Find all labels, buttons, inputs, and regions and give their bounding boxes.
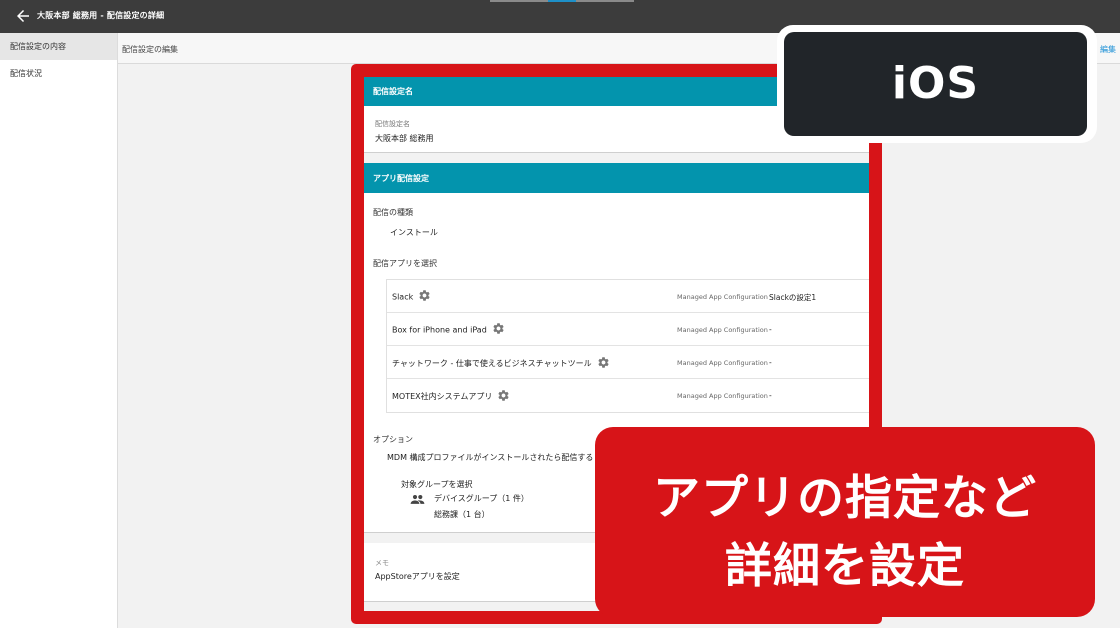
option-label: オプション [373,435,413,444]
managed-config-label: Managed App Configuration [677,392,768,400]
target-group-label: 対象グループを選択 [401,480,473,489]
edit-link[interactable]: 編集 [1100,44,1116,55]
app-name: Box for iPhone and iPad [392,325,487,335]
app-name: MOTEX社内システムアプリ [392,392,493,401]
gear-icon[interactable] [597,356,610,369]
app-row[interactable]: チャットワーク - 仕事で使えるビジネスチャットツール Managed App … [387,346,875,379]
app-name: Slack [392,292,414,302]
managed-config-value: Slackの設定1 [769,293,817,302]
sidebar-item-delivery-status[interactable]: 配信状況 [0,60,117,87]
people-icon [410,494,425,504]
app-row[interactable]: MOTEX社内システムアプリ Managed App Configuration… [387,379,875,412]
gear-icon[interactable] [418,289,431,302]
delivery-type-value: インストール [390,228,438,237]
app-list: Slack Managed App Configuration Slackの設定… [386,279,875,413]
callout-line-1: アプリの指定など [653,471,1037,526]
sidebar: 配信設定の内容 配信状況 [0,33,118,628]
callout-line-2: 詳細を設定 [725,539,965,594]
delivery-type-label: 配信の種類 [373,208,413,217]
top-tab-strip [490,0,634,2]
managed-config-value: - [769,358,772,367]
select-app-label: 配信アプリを選択 [373,259,437,268]
device-group-item: 総務課（1 台） [434,510,490,519]
ios-badge-label: iOS [784,32,1087,136]
arrow-left-icon[interactable] [14,7,32,25]
sub-header-label: 配信設定の編集 [122,45,178,54]
managed-config-value: - [769,391,772,400]
app-name-cell: MOTEX社内システムアプリ [392,389,510,402]
app-name-cell: チャットワーク - 仕事で使えるビジネスチャットツール [392,356,610,369]
sidebar-item-settings-content[interactable]: 配信設定の内容 [0,33,117,60]
app-name-cell: Slack [392,289,431,302]
app-row[interactable]: Slack Managed App Configuration Slackの設定… [387,280,875,313]
app-row[interactable]: Box for iPhone and iPad Managed App Conf… [387,313,875,346]
app-name: チャットワーク - 仕事で使えるビジネスチャットツール [392,359,592,368]
managed-config-label: Managed App Configuration [677,293,768,301]
top-tab-indicator [548,0,576,2]
callout-box: アプリの指定など 詳細を設定 [595,427,1095,617]
option-value: MDM 構成プロファイルがインストールされたら配信する [387,453,594,462]
managed-config-value: - [769,325,772,334]
device-group-name: デバイスグループ（1 件） [434,494,529,503]
app-name-cell: Box for iPhone and iPad [392,322,505,335]
memo-label: メモ [375,559,389,567]
gear-icon[interactable] [492,322,505,335]
managed-config-label: Managed App Configuration [677,326,768,334]
page-title: 大阪本部 総務用 - 配信設定の詳細 [37,11,165,20]
managed-config-label: Managed App Configuration [677,359,768,367]
gear-icon[interactable] [497,389,510,402]
memo-value: AppStoreアプリを設定 [375,572,460,581]
app-delivery-header: アプリ配信設定 [364,163,874,193]
ios-badge: iOS [777,25,1097,143]
